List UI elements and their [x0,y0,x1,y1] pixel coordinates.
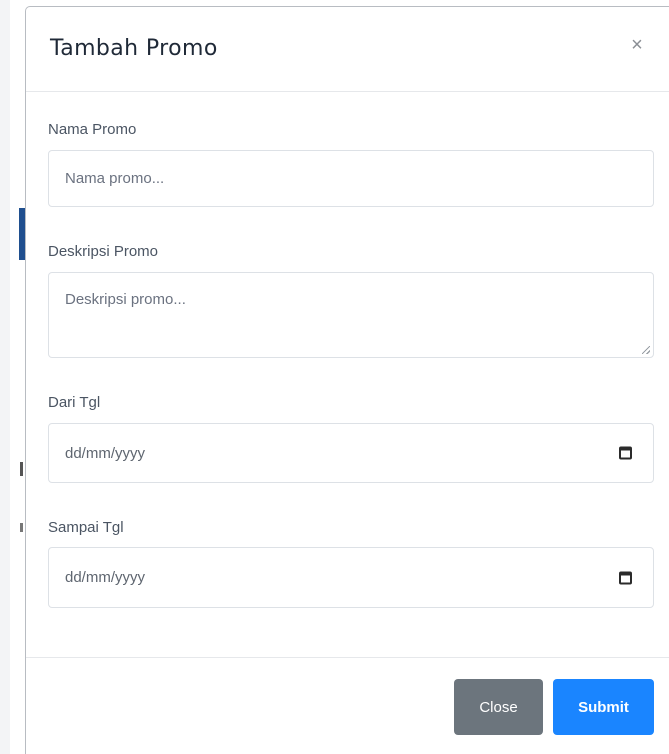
close-button[interactable]: Close [454,679,543,735]
submit-button[interactable]: Submit [553,679,654,735]
nama-promo-placeholder: Nama promo... [65,170,165,187]
deskripsi-promo-placeholder: Deskripsi promo... [65,291,186,308]
deskripsi-promo-label: Deskripsi Promo [48,243,159,260]
nama-promo-input[interactable]: Nama promo... [48,150,654,207]
dari-tgl-label: Dari Tgl [48,394,101,411]
background-page [0,0,10,754]
tambah-promo-modal: Tambah Promo × Nama Promo Nama promo... … [25,6,669,754]
resize-handle-icon[interactable] [642,346,650,354]
modal-body: Nama Promo Nama promo... Deskripsi Promo… [26,92,669,657]
sampai-tgl-value: dd/mm/yyyy [65,569,146,586]
sampai-tgl-label: Sampai Tgl [48,519,124,536]
dari-tgl-date-input[interactable]: dd/mm/yyyy [48,423,654,483]
deskripsi-promo-textarea[interactable]: Deskripsi promo... [48,272,654,358]
calendar-icon[interactable] [619,446,632,460]
dari-tgl-value: dd/mm/yyyy [65,444,146,462]
modal-header: Tambah Promo × [26,7,669,92]
modal-title: Tambah Promo [50,36,218,61]
sampai-tgl-date-input[interactable]: dd/mm/yyyy [48,547,654,608]
close-icon[interactable]: × [625,33,649,57]
modal-footer: Close Submit [26,657,669,754]
nama-promo-label: Nama Promo [48,121,137,138]
calendar-icon[interactable] [619,571,632,584]
background-text-fragment [20,523,23,532]
background-text-fragment [20,462,23,476]
